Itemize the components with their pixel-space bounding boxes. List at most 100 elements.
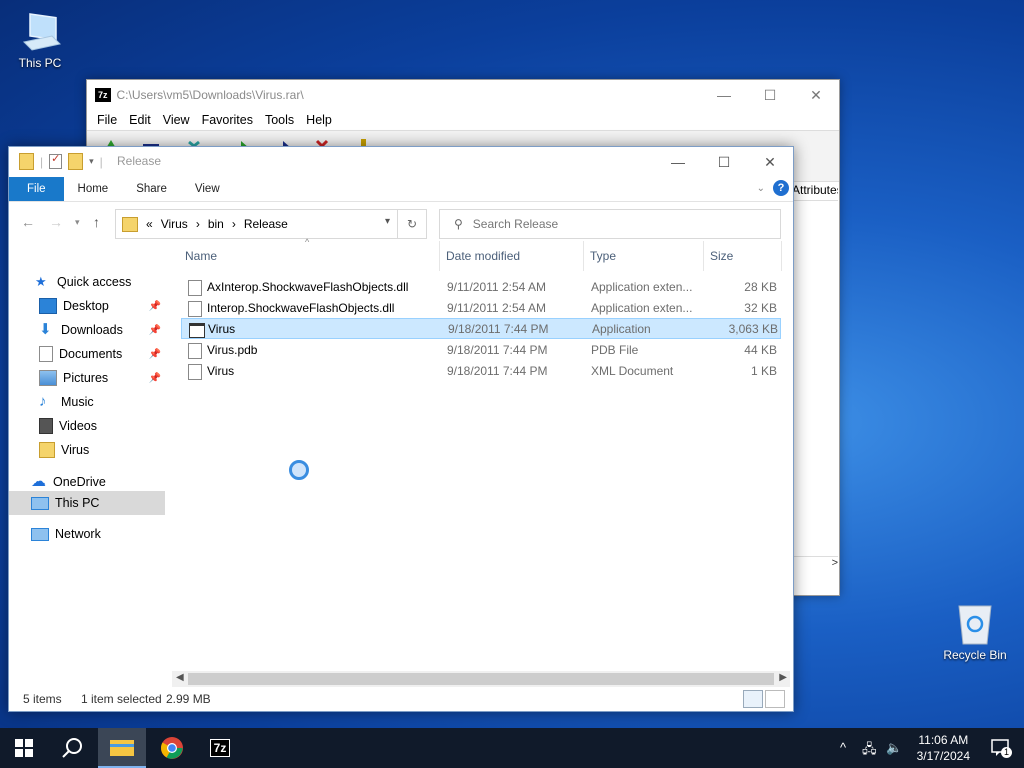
chevron-up-icon[interactable]: ^ [840, 740, 846, 755]
properties-icon[interactable] [49, 152, 63, 169]
sevenzip-hscroll-right[interactable]: > [792, 556, 838, 573]
pin-icon[interactable]: 📌 [149, 301, 161, 312]
system-clock[interactable]: 11:06 AM 3/17/2024 [917, 732, 970, 764]
start-button[interactable] [0, 728, 48, 768]
nav-desktop[interactable]: Desktop 📌 [9, 295, 165, 317]
chrome-icon [161, 737, 183, 759]
forward-arrow-icon[interactable]: → [49, 214, 63, 230]
file-row[interactable]: AxInterop.ShockwaveFlashObjects.dll 9/11… [181, 277, 781, 298]
busy-cursor-icon [289, 460, 309, 480]
scroll-left-icon[interactable]: ◀ [176, 672, 184, 683]
application-icon [189, 323, 205, 338]
menu-favorites[interactable]: Favorites [196, 110, 259, 130]
file-date: 9/11/2011 2:54 AM [447, 301, 546, 315]
menu-view[interactable]: View [157, 110, 196, 130]
tab-view[interactable]: View [181, 177, 234, 201]
notification-count: 1 [1001, 747, 1012, 758]
menu-edit[interactable]: Edit [123, 110, 157, 130]
nav-label: This PC [55, 496, 100, 510]
nav-music[interactable]: ♪ Music [9, 391, 165, 413]
help-icon[interactable]: ? [773, 180, 789, 196]
scrollbar-thumb[interactable] [188, 673, 774, 685]
file-row[interactable]: Virus.pdb 9/18/2011 7:44 PM PDB File 44 … [181, 340, 781, 361]
large-icons-view-icon[interactable] [765, 690, 785, 708]
volume-muted-icon[interactable]: 🔈 [886, 740, 902, 756]
horizontal-scrollbar[interactable]: ◀ ▶ [172, 671, 790, 687]
file-name: Virus [207, 364, 235, 378]
chevron-down-icon[interactable]: ▾ [89, 156, 94, 167]
tab-file[interactable]: File [9, 177, 64, 201]
file-row[interactable]: Virus 9/18/2011 7:44 PM XML Document 1 K… [181, 361, 781, 382]
breadcrumb-release[interactable]: Release [244, 217, 288, 231]
close-button[interactable]: ✕ [793, 80, 839, 110]
sevenzip-menubar: File Edit View Favorites Tools Help [87, 110, 839, 130]
expand-ribbon-icon[interactable]: ⌄ [757, 183, 765, 194]
close-button[interactable]: ✕ [747, 147, 793, 177]
file-type: Application [592, 322, 651, 336]
file-row[interactable]: Interop.ShockwaveFlashObjects.dll 9/11/2… [181, 298, 781, 319]
menu-tools[interactable]: Tools [259, 110, 300, 130]
file-row-selected[interactable]: Virus 9/18/2011 7:44 PM Application 3,06… [181, 318, 781, 339]
menu-file[interactable]: File [91, 110, 123, 130]
details-view-icon[interactable] [743, 690, 763, 708]
nav-quick-access[interactable]: ★ Quick access [9, 271, 165, 293]
menu-help[interactable]: Help [300, 110, 338, 130]
nav-virus-folder[interactable]: Virus [9, 439, 165, 461]
column-type[interactable]: Type [590, 249, 616, 263]
search-icon: ⚲ [454, 217, 463, 231]
sevenzip-path: C:\Users\vm5\Downloads\Virus.rar\ [116, 88, 304, 102]
address-overflow[interactable]: « [146, 217, 153, 231]
file-type: XML Document [591, 364, 674, 378]
attributes-column-header[interactable]: Attributes [792, 180, 838, 201]
search-button[interactable] [48, 728, 96, 768]
notifications-button[interactable]: 1 [990, 738, 1012, 758]
file-name: Virus.pdb [207, 343, 258, 357]
folder-icon [39, 442, 55, 458]
scroll-right-icon[interactable]: ▶ [779, 672, 787, 683]
maximize-button[interactable]: ☐ [747, 80, 793, 110]
new-folder-icon[interactable] [68, 153, 84, 170]
nav-label: OneDrive [53, 475, 106, 489]
pin-icon[interactable]: 📌 [149, 349, 161, 360]
file-date: 9/11/2011 2:54 AM [447, 280, 546, 294]
taskbar-chrome[interactable] [148, 728, 196, 768]
explorer-window[interactable]: | ▾ | Release — ☐ ✕ File Home Share View… [8, 146, 794, 712]
nav-documents[interactable]: Documents 📌 [9, 343, 165, 365]
tab-share[interactable]: Share [122, 177, 181, 201]
nav-onedrive[interactable]: ☁ OneDrive [9, 471, 165, 493]
nav-this-pc[interactable]: This PC [9, 491, 165, 515]
taskbar-file-explorer[interactable] [98, 728, 146, 768]
address-bar[interactable]: « Virus › bin › Release ▾ ↻ [115, 209, 427, 239]
breadcrumb-bin[interactable]: bin [208, 217, 224, 231]
search-box[interactable]: ⚲ Search Release [439, 209, 781, 239]
pictures-icon [39, 370, 57, 386]
nav-network[interactable]: Network [9, 523, 165, 545]
desktop-icon-this-pc[interactable]: This PC [0, 10, 80, 70]
pin-icon[interactable]: 📌 [149, 373, 161, 384]
pin-icon[interactable]: 📌 [149, 325, 161, 336]
file-size: 28 KB [744, 280, 777, 294]
desktop-icon-recycle-bin[interactable]: Recycle Bin [935, 602, 1015, 662]
network-tray-icon[interactable]: 🖧 [862, 740, 877, 762]
refresh-icon[interactable]: ↻ [397, 210, 426, 238]
nav-downloads[interactable]: ⬇ Downloads 📌 [9, 319, 165, 341]
file-type: PDB File [591, 343, 639, 357]
column-date[interactable]: Date modified [446, 249, 520, 263]
maximize-button[interactable]: ☐ [701, 147, 747, 177]
chevron-down-icon[interactable]: ▾ [385, 216, 390, 227]
column-name[interactable]: Name [185, 249, 217, 263]
nav-pictures[interactable]: Pictures 📌 [9, 367, 165, 389]
minimize-button[interactable]: — [655, 147, 701, 177]
nav-videos[interactable]: Videos [9, 415, 165, 437]
up-arrow-icon[interactable]: ↑ [93, 214, 100, 230]
explorer-titlebar[interactable]: | ▾ | Release — ☐ ✕ [9, 147, 793, 177]
tab-home[interactable]: Home [64, 177, 123, 201]
download-icon: ⬇ [39, 321, 52, 338]
back-arrow-icon[interactable]: ← [21, 214, 35, 230]
breadcrumb-virus[interactable]: Virus [161, 217, 188, 231]
taskbar-7zip[interactable]: 7z [196, 728, 244, 768]
minimize-button[interactable]: — [701, 80, 747, 110]
recent-locations-icon[interactable]: ▾ [75, 217, 80, 228]
status-bar: 5 items 1 item selected 2.99 MB [9, 687, 793, 711]
column-size[interactable]: Size [710, 249, 733, 263]
